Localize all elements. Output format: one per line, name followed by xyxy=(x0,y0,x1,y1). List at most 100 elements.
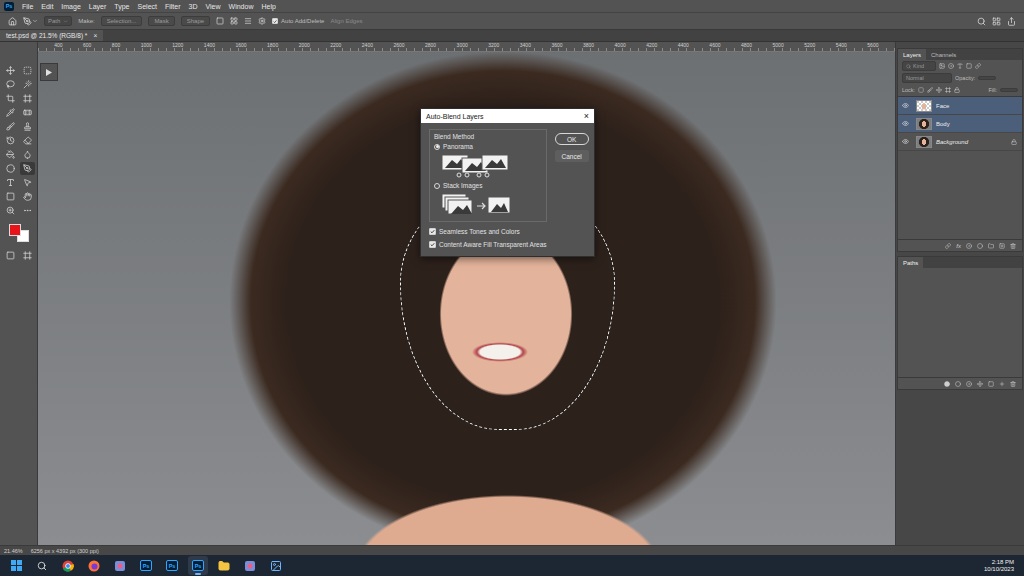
taskbar-app[interactable]: Ps xyxy=(136,556,156,575)
auto-add-delete-checkbox[interactable]: Auto Add/Delete xyxy=(272,18,324,24)
share-button[interactable] xyxy=(1007,17,1016,26)
tab-close-button[interactable]: × xyxy=(93,32,97,39)
tool-preset-button[interactable] xyxy=(23,17,38,26)
lock-button[interactable] xyxy=(927,87,933,93)
taskbar-app[interactable] xyxy=(6,556,26,575)
blur-tool[interactable] xyxy=(20,148,35,161)
layer-row[interactable]: Body xyxy=(898,115,1022,133)
search-button[interactable] xyxy=(977,17,986,26)
menu-item[interactable]: Help xyxy=(261,3,275,10)
panel-tab[interactable]: Paths xyxy=(898,257,923,268)
taskbar-app[interactable] xyxy=(84,556,104,575)
menu-item[interactable]: Filter xyxy=(165,3,181,10)
menu-item[interactable]: Layer xyxy=(89,3,107,10)
make-button[interactable]: Shape xyxy=(181,16,210,26)
mode-select[interactable]: Path xyxy=(44,16,72,26)
group-button[interactable] xyxy=(988,243,994,249)
option-checkbox[interactable]: Content Aware Fill Transparent Areas xyxy=(429,241,547,248)
dodge-tool[interactable] xyxy=(3,162,18,175)
dialog-title-bar[interactable]: Auto-Blend Layers× xyxy=(421,109,594,123)
dialog-close-button[interactable]: × xyxy=(584,111,589,121)
delete-path-button[interactable] xyxy=(1010,381,1016,387)
layer-row[interactable]: Background xyxy=(898,133,1022,151)
eyedropper-tool[interactable] xyxy=(3,106,18,119)
stroke-path-button[interactable] xyxy=(955,381,961,387)
load-selection-button[interactable] xyxy=(966,381,972,387)
screen-mode-tool[interactable] xyxy=(20,249,35,262)
settings-button[interactable] xyxy=(258,17,266,25)
move-tool[interactable] xyxy=(3,64,18,77)
filter-button[interactable] xyxy=(948,63,954,69)
visibility-toggle[interactable] xyxy=(898,133,912,150)
menu-item[interactable]: Select xyxy=(138,3,157,10)
workspace-button[interactable] xyxy=(992,17,1001,26)
filter-button[interactable] xyxy=(939,63,945,69)
fill-path-button[interactable] xyxy=(944,381,950,387)
zoom-tool[interactable] xyxy=(3,204,18,217)
shape-tool[interactable] xyxy=(3,190,18,203)
link-button[interactable] xyxy=(945,243,951,249)
more-tools-tool[interactable] xyxy=(20,204,35,217)
taskbar-app[interactable] xyxy=(266,556,286,575)
crop-tool[interactable] xyxy=(3,92,18,105)
layer-row[interactable]: Face xyxy=(898,97,1022,115)
foreground-color-swatch[interactable] xyxy=(9,224,21,236)
menu-item[interactable]: Type xyxy=(114,3,129,10)
panel-tab[interactable]: Layers xyxy=(898,49,926,60)
stamp-tool[interactable] xyxy=(20,120,35,133)
type-tool[interactable] xyxy=(3,176,18,189)
taskbar-app[interactable] xyxy=(240,556,260,575)
history-brush-tool[interactable] xyxy=(3,134,18,147)
path-align-button[interactable] xyxy=(230,17,238,25)
paint-bucket-tool[interactable] xyxy=(3,148,18,161)
menu-item[interactable]: Image xyxy=(61,3,80,10)
fx-button[interactable]: fx xyxy=(956,243,961,249)
add-mask-button[interactable] xyxy=(988,381,994,387)
adjustment-button[interactable] xyxy=(977,243,983,249)
visibility-toggle[interactable] xyxy=(898,97,912,114)
menu-item[interactable]: 3D xyxy=(189,3,198,10)
lock-button[interactable] xyxy=(918,87,924,93)
panel-tab[interactable]: Channels xyxy=(926,49,961,60)
taskbar-app[interactable] xyxy=(32,556,52,575)
path-select-tool[interactable] xyxy=(20,176,35,189)
lasso-tool[interactable] xyxy=(3,78,18,91)
dialog-button[interactable]: OK xyxy=(555,133,589,145)
menu-item[interactable]: Window xyxy=(229,3,254,10)
magic-wand-tool[interactable] xyxy=(20,78,35,91)
document-tab[interactable]: test.psd @ 21.5% (RGB/8) *× xyxy=(0,30,103,41)
opacity-field[interactable] xyxy=(978,76,996,80)
menu-item[interactable]: View xyxy=(206,3,221,10)
make-path-button[interactable] xyxy=(977,381,983,387)
lock-button[interactable] xyxy=(945,87,951,93)
menu-item[interactable]: File xyxy=(22,3,33,10)
blend-mode-select[interactable]: Normal xyxy=(902,73,952,83)
dialog-button[interactable]: Cancel xyxy=(555,150,589,162)
zoom-level[interactable]: 21.46% xyxy=(4,548,23,554)
new-layer-button[interactable] xyxy=(999,243,1005,249)
taskbar-app[interactable] xyxy=(58,556,78,575)
lock-button[interactable] xyxy=(954,87,960,93)
blend-method-radio[interactable]: Stack Images xyxy=(434,182,542,189)
blend-method-radio[interactable]: Panorama xyxy=(434,143,542,150)
taskbar-app[interactable]: Ps xyxy=(188,556,208,575)
filter-button[interactable] xyxy=(957,63,963,69)
filter-kind-select[interactable]: Kind xyxy=(902,61,936,71)
lock-button[interactable] xyxy=(936,87,942,93)
option-checkbox[interactable]: Seamless Tones and Colors xyxy=(429,228,547,235)
frame-tool[interactable] xyxy=(20,92,35,105)
make-button[interactable]: Mask xyxy=(148,16,174,26)
menu-item[interactable]: Edit xyxy=(41,3,53,10)
make-button[interactable]: Selection... xyxy=(101,16,143,26)
fill-field[interactable] xyxy=(1000,88,1018,92)
taskbar-app[interactable]: Ps xyxy=(162,556,182,575)
collapsed-panel-button[interactable] xyxy=(40,63,58,81)
path-arrange-button[interactable] xyxy=(244,17,252,25)
eraser-tool[interactable] xyxy=(20,134,35,147)
filter-button[interactable] xyxy=(975,63,981,69)
clock[interactable]: 2:18 PM10/10/2023 xyxy=(984,559,1018,573)
path-operations-button[interactable] xyxy=(216,17,224,25)
brush-tool[interactable] xyxy=(3,120,18,133)
taskbar-app[interactable] xyxy=(214,556,234,575)
marquee-tool[interactable] xyxy=(20,64,35,77)
